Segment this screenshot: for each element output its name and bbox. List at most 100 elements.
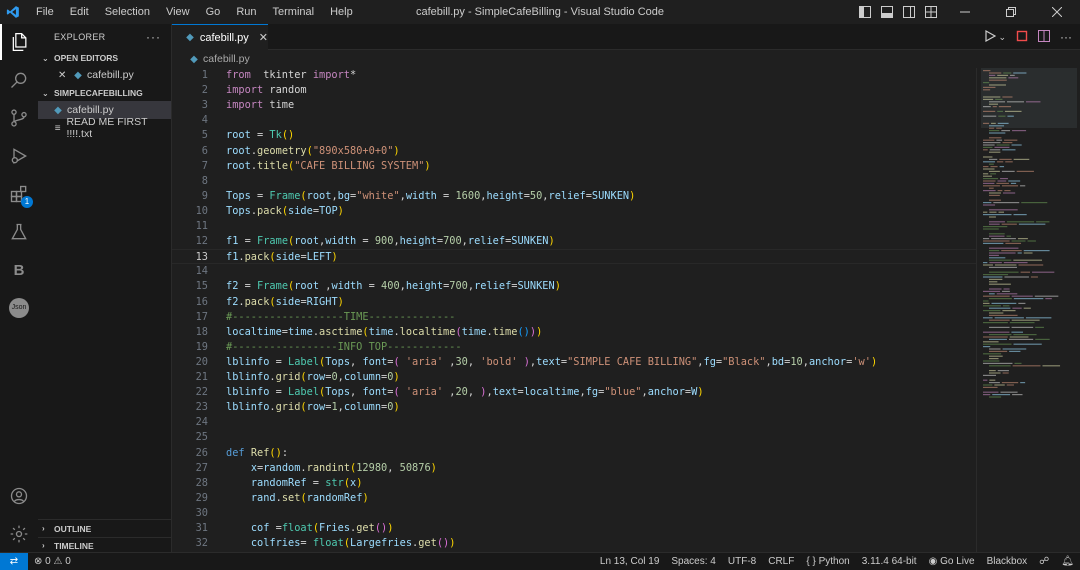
folder-label: SIMPLECAFEBILLING <box>54 88 143 98</box>
restore-icon[interactable] <box>988 0 1034 24</box>
extensions-icon[interactable]: 1 <box>0 176 38 212</box>
notifications-bell-icon[interactable]: 🔔︎ <box>1055 556 1080 567</box>
code-line[interactable]: 17 #------------------TIME-------------- <box>172 310 976 325</box>
minimap[interactable] <box>976 68 1080 552</box>
json-extension-icon[interactable]: Json <box>0 290 38 326</box>
code-line[interactable]: 19 #-----------------INFO TOP------------ <box>172 340 976 355</box>
run-python-file-icon[interactable] <box>984 29 997 45</box>
code-text: Tops.pack(side=TOP) <box>226 204 344 217</box>
code-line[interactable]: 10 Tops.pack(side=TOP) <box>172 204 976 219</box>
file-item-readme[interactable]: ≡ READ ME FIRST !!!!.txt <box>38 116 171 140</box>
code-line[interactable]: 16 f2.pack(side=RIGHT) <box>172 295 976 310</box>
code-line[interactable]: 32 colfries= float(Largefries.get()) <box>172 536 976 551</box>
indentation[interactable]: Spaces: 4 <box>665 556 721 567</box>
code-line[interactable]: 23 lblinfo.grid(row=1,column=0) <box>172 400 976 415</box>
encoding[interactable]: UTF-8 <box>722 556 762 567</box>
blackbox-status[interactable]: Blackbox <box>981 556 1034 567</box>
source-control-icon[interactable] <box>0 100 38 136</box>
feedback-icon[interactable]: ☍ <box>1033 556 1055 567</box>
code-line[interactable]: 21 lblinfo.grid(row=0,column=0) <box>172 370 976 385</box>
minimap-line <box>983 149 988 151</box>
toggle-panel-icon[interactable] <box>876 0 898 24</box>
minimap-line <box>983 226 1008 228</box>
open-editors-section[interactable]: ⌄ OPEN EDITORS <box>38 50 171 66</box>
minimap-line <box>1006 235 1011 237</box>
code-line[interactable]: 9 Tops = Frame(root,bg="white",width = 16… <box>172 189 976 204</box>
code-line[interactable]: 14 <box>172 264 976 279</box>
run-debug-icon[interactable] <box>0 138 38 174</box>
run-dropdown-chevron-icon[interactable]: ⌄ <box>998 32 1006 43</box>
minimap-line <box>983 202 992 204</box>
blackbox-extension-icon[interactable]: B <box>0 252 38 288</box>
testing-flask-icon[interactable] <box>0 214 38 250</box>
code-line[interactable]: 1 from tkinter import* <box>172 68 976 83</box>
code-text: root.geometry("890x580+0+0") <box>226 144 400 157</box>
folder-section[interactable]: ⌄ SIMPLECAFEBILLING <box>38 85 171 101</box>
search-icon[interactable] <box>0 62 38 98</box>
menu-run[interactable]: Run <box>228 0 264 24</box>
remote-indicator-icon[interactable]: ⇄ <box>0 552 28 570</box>
more-editor-actions-icon[interactable]: ··· <box>1060 30 1072 44</box>
close-tab-icon[interactable]: ✕ <box>259 31 268 44</box>
stop-icon[interactable] <box>1016 30 1028 45</box>
cursor-position[interactable]: Ln 13, Col 19 <box>594 556 666 567</box>
code-line[interactable]: 13 f1.pack(side=LEFT) <box>172 249 976 265</box>
end-of-line[interactable]: CRLF <box>762 556 800 567</box>
tab-cafebill[interactable]: ◆ cafebill.py ✕ <box>172 24 268 50</box>
code-line[interactable]: 28 randomRef = str(x) <box>172 476 976 491</box>
code-line[interactable]: 6 root.geometry("890x580+0+0") <box>172 144 976 159</box>
code-line[interactable]: 11 <box>172 219 976 234</box>
code-line[interactable]: 15 f2 = Frame(root ,width = 400,height=70… <box>172 279 976 294</box>
minimap-line <box>989 137 1002 139</box>
more-actions-icon[interactable]: ··· <box>146 30 161 44</box>
menu-view[interactable]: View <box>158 0 198 24</box>
split-editor-icon[interactable] <box>1038 29 1050 45</box>
minimap-line <box>983 86 996 88</box>
code-line[interactable]: 31 cof =float(Fries.get()) <box>172 521 976 536</box>
code-line[interactable]: 8 <box>172 174 976 189</box>
breadcrumb-file[interactable]: cafebill.py <box>203 53 250 65</box>
problems-indicator[interactable]: ⊗ 0 ⚠ 0 <box>28 556 77 567</box>
menu-terminal[interactable]: Terminal <box>265 0 323 24</box>
minimap-line <box>983 122 990 124</box>
explorer-icon[interactable] <box>0 24 38 60</box>
menu-selection[interactable]: Selection <box>97 0 158 24</box>
close-editor-icon[interactable]: ✕ <box>58 70 72 81</box>
minimize-icon[interactable] <box>942 0 988 24</box>
code-line[interactable]: 7 root.title("CAFE BILLING SYSTEM") <box>172 159 976 174</box>
toggle-secondary-sidebar-icon[interactable] <box>898 0 920 24</box>
python-interpreter[interactable]: 3.11.4 64-bit <box>856 556 923 567</box>
code-line[interactable]: 5 root = Tk() <box>172 128 976 143</box>
menu-file[interactable]: File <box>28 0 62 24</box>
minimap-line <box>1035 326 1044 328</box>
code-editor[interactable]: 1 from tkinter import* 2 import random 3 impo… <box>172 68 976 552</box>
code-line[interactable]: 3 import time <box>172 98 976 113</box>
menu-edit[interactable]: Edit <box>62 0 97 24</box>
code-line[interactable]: 29 rand.set(randomRef) <box>172 491 976 506</box>
code-line[interactable]: 20 lblinfo = Label(Tops, font=( 'aria' ,3… <box>172 355 976 370</box>
code-line[interactable]: 18 localtime=time.asctime(time.localtime(… <box>172 325 976 340</box>
code-line[interactable]: 22 lblinfo = Label(Tops, font=( 'aria' ,2… <box>172 385 976 400</box>
go-live-button[interactable]: ◉ Go Live <box>923 556 981 567</box>
manage-gear-icon[interactable] <box>0 516 38 552</box>
code-line[interactable]: 4 <box>172 113 976 128</box>
minimap-line <box>1042 365 1061 367</box>
menu-help[interactable]: Help <box>322 0 361 24</box>
code-line[interactable]: 25 <box>172 430 976 445</box>
vscode-logo-icon[interactable] <box>0 0 26 24</box>
close-window-icon[interactable] <box>1034 0 1080 24</box>
customize-layout-icon[interactable] <box>920 0 942 24</box>
code-line[interactable]: 24 <box>172 415 976 430</box>
accounts-icon[interactable] <box>0 478 38 514</box>
outline-section[interactable]: › OUTLINE <box>38 519 172 537</box>
menu-go[interactable]: Go <box>198 0 229 24</box>
code-line[interactable]: 27 x=random.randint(12980, 50876) <box>172 461 976 476</box>
language-mode[interactable]: { } Python <box>800 556 855 567</box>
code-line[interactable]: 12 f1 = Frame(root,width = 900,height=700… <box>172 234 976 249</box>
code-line[interactable]: 26 def Ref(): <box>172 446 976 461</box>
code-line[interactable]: 30 <box>172 506 976 521</box>
open-editor-item[interactable]: ✕ ◆ cafebill.py <box>38 66 171 84</box>
timeline-section[interactable]: › TIMELINE <box>38 537 172 553</box>
toggle-primary-sidebar-icon[interactable] <box>854 0 876 24</box>
code-line[interactable]: 2 import random <box>172 83 976 98</box>
